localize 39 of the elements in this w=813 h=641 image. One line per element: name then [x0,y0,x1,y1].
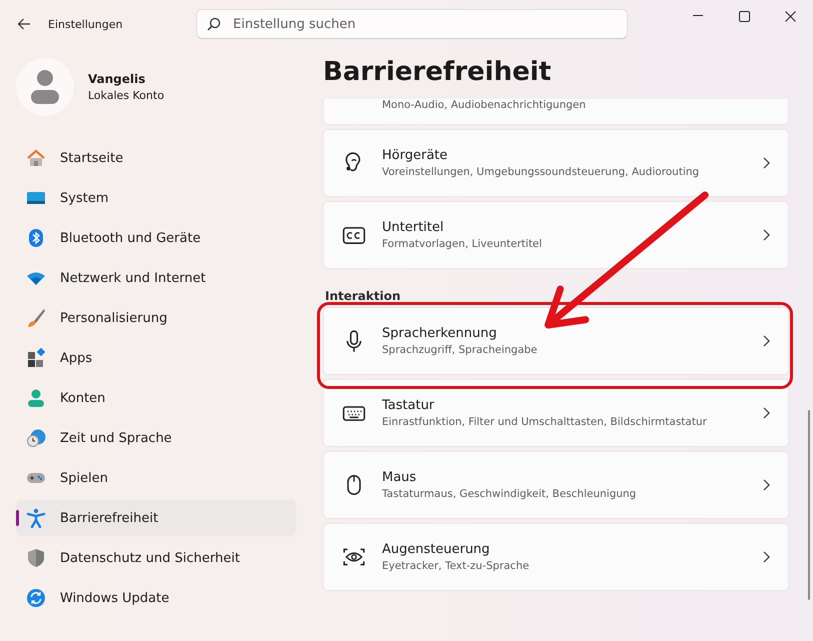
sidebar-item[interactable]: Konten [16,380,296,416]
search-input[interactable]: Einstellung suchen [231,16,595,32]
sidebar-item[interactable]: System [16,180,296,216]
sidebar-item[interactable]: Windows Update [16,580,296,616]
section-heading: Interaktion [325,289,402,303]
search-field[interactable]: Einstellung suchen [196,9,628,39]
card-subtitle: Mono-Audio, Audiobenachrichtigungen [382,99,586,111]
card-title: Hörgeräte [382,148,449,163]
sidebar-item[interactable]: Bluetooth und Geräte [16,220,296,256]
settings-card[interactable]: Augensteuerung Eyetracker, Text-zu-Sprache [323,523,789,591]
account-type: Lokales Konto [88,89,164,102]
settings-card[interactable]: Hörgeräte Voreinstellungen, Umgebungssoundsteuerung, Audiorouting [323,129,789,197]
card-title: Tastatur [382,398,436,413]
card-title: Maus [382,470,418,485]
settings-card[interactable]: Tastatur Einrastfunktion, Filter und Umschalttasten, Bildschirmtastatur [323,379,789,447]
card-title: Augensteuerung [382,542,491,557]
settings-card[interactable]: Untertitel Formatvorlagen, Liveuntertitel [323,201,789,269]
card-subtitle: Voreinstellungen, Umgebungssoundsteuerung, Audiorouting [382,166,700,178]
page-title: Barrierefreiheit [323,57,552,89]
card-title: Spracherkennung [382,326,498,341]
window-title: Einstellungen [48,18,124,30]
sidebar-item[interactable]: Datenschutz und Sicherheit [16,540,296,576]
sidebar-item[interactable]: Spielen [16,460,296,496]
sidebar-item[interactable]: Barrierefreiheit [16,500,296,536]
sidebar-item[interactable]: Startseite [16,140,296,176]
card-subtitle: Eyetracker, Text-zu-Sprache [382,560,530,572]
account-name: Vangelis [88,72,146,86]
settings-card[interactable]: Spracherkennung Sprachzugriff, Spracheingabe [323,307,789,375]
card-subtitle: Einrastfunktion, Filter und Umschalttasten, Bildschirmtastatur [382,416,708,428]
sidebar-item[interactable]: Netzwerk und Internet [16,260,296,296]
card-subtitle: Formatvorlagen, Liveuntertitel [382,238,543,250]
settings-card[interactable]: Maus Tastaturmaus, Geschwindigkeit, Beschleunigung [323,451,789,519]
sidebar-item[interactable]: Personalisierung [16,300,296,336]
settings-card[interactable]: Mono-Audio, Audiobenachrichtigungen [323,99,789,125]
card-subtitle: Sprachzugriff, Spracheingabe [382,344,538,356]
sidebar-item[interactable]: Zeit und Sprache [16,420,296,456]
card-subtitle: Tastaturmaus, Geschwindigkeit, Beschleunigung [382,488,638,500]
sidebar-item[interactable]: Apps [16,340,296,376]
card-title: Untertitel [382,220,445,235]
